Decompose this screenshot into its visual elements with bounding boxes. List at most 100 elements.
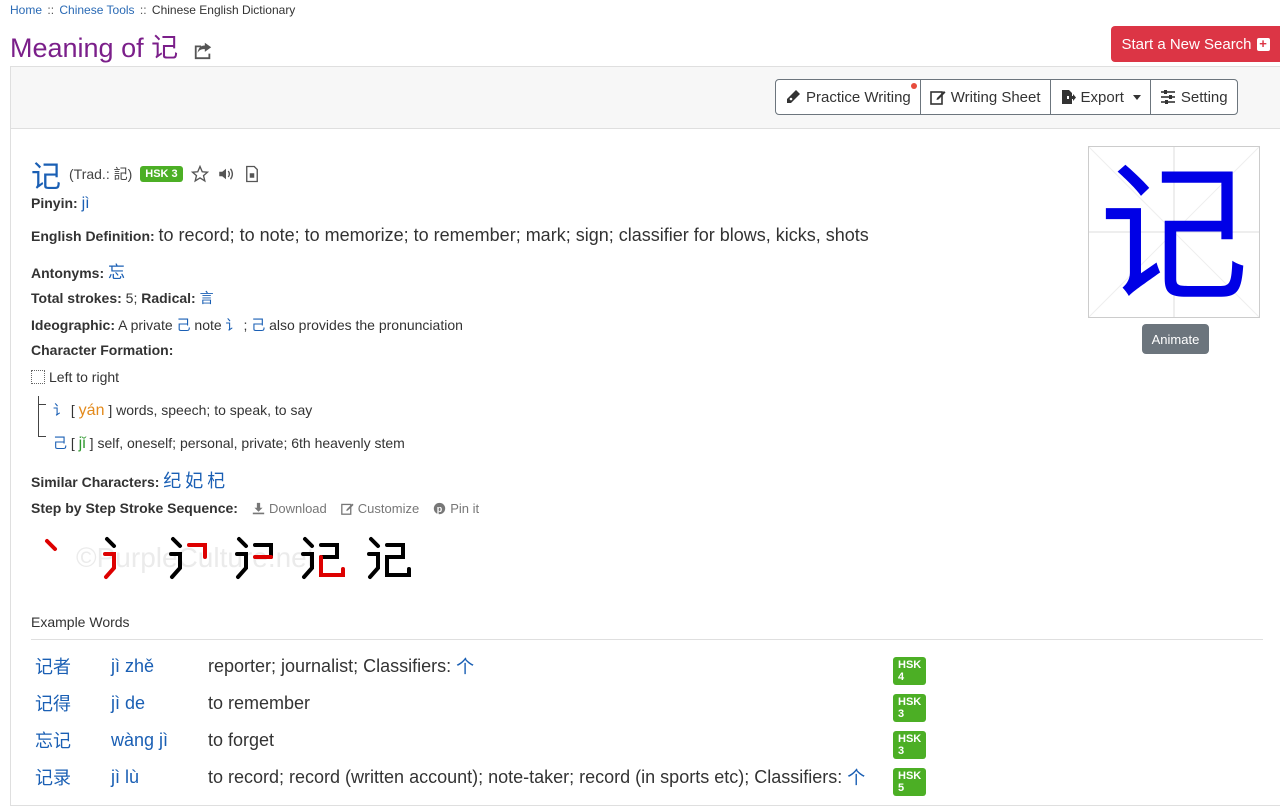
- tree-line: [38, 396, 39, 436]
- pinterest-icon: p: [434, 502, 446, 514]
- hsk-badge: HSK 3: [893, 731, 927, 759]
- formation-label-row: Character Formation:: [31, 342, 173, 358]
- example-word[interactable]: 记录: [35, 764, 111, 790]
- pin-link[interactable]: p Pin it: [433, 501, 479, 516]
- notification-dot: [910, 83, 917, 89]
- writing-sheet-button[interactable]: Writing Sheet: [919, 79, 1051, 115]
- writing-sheet-label: Writing Sheet: [950, 88, 1041, 106]
- similar-char[interactable]: 妃: [185, 471, 203, 491]
- definition-row: English Definition: to record; to note; …: [31, 225, 869, 246]
- large-character: 记: [1099, 149, 1249, 317]
- ideographic-text-1: A private: [118, 317, 173, 333]
- new-search-label: Start a New Search: [1121, 35, 1252, 53]
- radical-label: Radical:: [141, 290, 196, 306]
- similar-char[interactable]: 杞: [207, 471, 225, 491]
- example-definition: reporter; journalist; Classifiers:: [208, 655, 452, 676]
- breadcrumb-separator: ::: [139, 3, 147, 17]
- antonyms-label: Antonyms:: [31, 265, 105, 281]
- pin-label: Pin it: [450, 500, 480, 516]
- entry-character: 记: [31, 160, 61, 195]
- example-word[interactable]: 忘记: [35, 727, 111, 753]
- formation-label: Character Formation:: [31, 342, 174, 358]
- ideographic-text-2: note: [194, 317, 222, 333]
- antonym-link[interactable]: 忘: [108, 263, 125, 282]
- divider: [31, 639, 1263, 640]
- example-pinyin: jì de: [111, 692, 146, 713]
- practice-writing-label: Practice Writing: [806, 88, 911, 106]
- ideographic-char-3[interactable]: 己: [251, 317, 265, 333]
- breadcrumb-home[interactable]: Home: [10, 3, 42, 17]
- setting-button[interactable]: Setting: [1149, 79, 1238, 115]
- export-dropdown-button[interactable]: Export: [1049, 79, 1151, 115]
- strokes-label: Total strokes:: [31, 290, 122, 306]
- classifier-link[interactable]: 个: [847, 764, 865, 790]
- practice-writing-button[interactable]: Practice Writing: [775, 79, 921, 115]
- example-pinyin: jì lù: [111, 766, 140, 787]
- example-definition: to forget: [208, 729, 275, 750]
- ideographic-row: Ideographic: A private 己 note 讠 ; 己 also…: [31, 315, 463, 335]
- character-grid: 记: [1088, 146, 1260, 323]
- speaker-icon[interactable]: [217, 165, 235, 183]
- edit-icon: [340, 503, 354, 515]
- document-icon[interactable]: [243, 165, 261, 183]
- tree-branch: [38, 436, 46, 437]
- component-meaning: words, speech; to speak, to say: [116, 402, 313, 418]
- file-export-icon: [1061, 90, 1076, 104]
- component-pinyin: yán: [78, 402, 105, 419]
- stroke-sequence-row: Step by Step Stroke Sequence: Download C…: [31, 500, 479, 516]
- strokes-value: 5: [125, 290, 134, 306]
- example-word[interactable]: 记者: [35, 653, 111, 679]
- example-row: 记者 jì zhě reporter; journalist; Classifi…: [35, 651, 927, 685]
- hsk-badge: HSK 5: [893, 768, 927, 796]
- dictionary-card: Practice Writing Writing Sheet Export Se…: [10, 66, 1280, 806]
- pinyin-value[interactable]: jì: [82, 195, 90, 212]
- breadcrumb-chinese-tools[interactable]: Chinese Tools: [59, 3, 134, 17]
- example-word[interactable]: 记得: [35, 690, 111, 716]
- new-search-button[interactable]: Start a New Search +: [1111, 26, 1280, 62]
- component-char[interactable]: 讠: [53, 402, 67, 418]
- svg-text:p: p: [437, 503, 443, 513]
- component-row-2: 己 [ jǐ ] self, oneself; personal, privat…: [53, 435, 405, 452]
- ideographic-char-2[interactable]: 讠: [226, 317, 240, 333]
- component-pinyin: jǐ: [78, 435, 86, 452]
- pinyin-row: Pinyin: jì: [31, 195, 90, 213]
- ideographic-separator: ;: [243, 317, 248, 333]
- classifier-link[interactable]: 个: [456, 653, 474, 679]
- breadcrumb: Home :: Chinese Tools :: Chinese English…: [10, 3, 295, 17]
- customize-link[interactable]: Customize: [340, 501, 419, 516]
- card-toolbar: Practice Writing Writing Sheet Export Se…: [11, 67, 1280, 129]
- page-title-row: Meaning of 记: [10, 26, 214, 65]
- pen-icon: [787, 90, 800, 103]
- example-row: 记得 jì de to remember HSK 3: [35, 688, 927, 722]
- star-icon[interactable]: [190, 165, 209, 183]
- ideographic-char-1[interactable]: 己: [177, 317, 191, 333]
- definition-text: to record; to note; to memorize; to reme…: [158, 225, 869, 245]
- entry-header: 记 (Trad.: 記) HSK 3: [31, 152, 261, 196]
- stroke-sequence-image: ©PurpleCulture.net: [45, 537, 411, 579]
- example-pinyin: jì zhě: [111, 655, 155, 676]
- formation-type-row: Left to right: [31, 369, 119, 385]
- stroke-sequence-label: Step by Step Stroke Sequence:: [31, 500, 238, 516]
- toolbar-button-group: Practice Writing Writing Sheet Export Se…: [775, 79, 1238, 115]
- tree-branch: [38, 404, 46, 405]
- hsk-badge: HSK 3: [893, 694, 927, 722]
- page-title: Meaning of 记: [10, 33, 179, 63]
- layout-icon: [31, 370, 45, 384]
- share-icon[interactable]: [192, 36, 214, 59]
- sliders-icon: [1160, 90, 1175, 104]
- animate-button[interactable]: Animate: [1142, 324, 1209, 354]
- similar-char[interactable]: 纪: [163, 471, 181, 491]
- definition-label: English Definition:: [31, 228, 155, 244]
- breadcrumb-separator: ::: [47, 3, 55, 17]
- setting-label: Setting: [1180, 88, 1228, 106]
- similar-row: Similar Characters: 纪 妃 杞: [31, 467, 225, 493]
- breadcrumb-current: Chinese English Dictionary: [151, 3, 296, 17]
- hsk-badge: HSK 3: [140, 166, 183, 182]
- example-row: 记录 jì lù to record; record (written acco…: [35, 762, 927, 796]
- radical-link[interactable]: 言: [200, 290, 214, 306]
- plus-icon: +: [1256, 37, 1270, 51]
- download-link[interactable]: Download: [252, 501, 327, 516]
- component-char[interactable]: 己: [53, 435, 67, 451]
- component-meaning: self, oneself; personal, private; 6th he…: [97, 435, 405, 451]
- example-pinyin: wàng jì: [111, 729, 169, 750]
